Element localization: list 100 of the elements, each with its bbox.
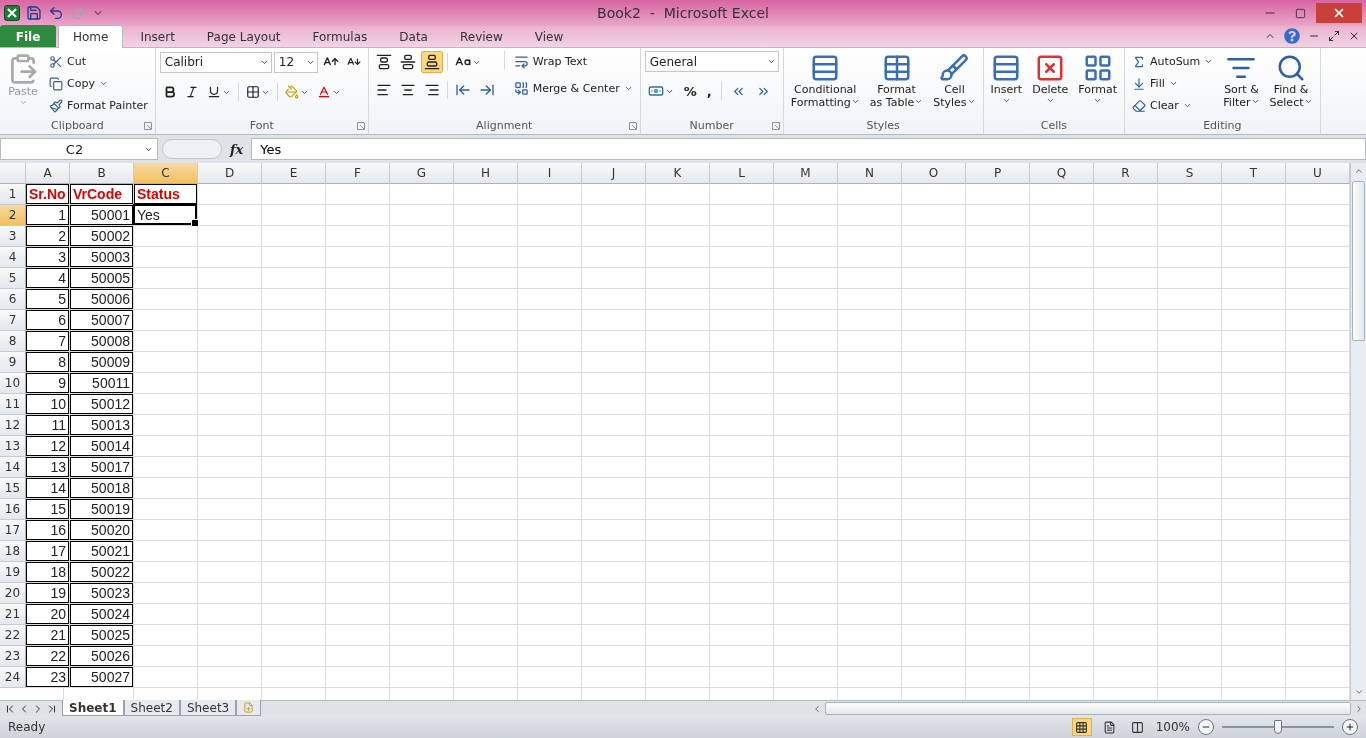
name-box[interactable]: C2	[0, 138, 158, 160]
scroll-left-icon[interactable]	[812, 703, 822, 714]
row-header[interactable]: 11	[0, 394, 26, 415]
row-header[interactable]: 4	[0, 247, 26, 268]
table-cell[interactable]: 20	[26, 604, 70, 625]
column-header[interactable]: Q	[1030, 163, 1094, 184]
table-cell[interactable]: 5	[26, 289, 70, 310]
table-cell[interactable]: 50012	[70, 394, 134, 415]
table-cell[interactable]: 12	[26, 436, 70, 457]
normal-view-button[interactable]	[1071, 718, 1092, 736]
table-cell[interactable]: Yes	[134, 205, 198, 226]
row-header[interactable]: 22	[0, 625, 26, 646]
table-cell[interactable]: 50013	[70, 415, 134, 436]
scroll-down-icon[interactable]	[1353, 687, 1364, 697]
column-header[interactable]: K	[646, 163, 710, 184]
row-header[interactable]: 15	[0, 478, 26, 499]
help-icon[interactable]	[1284, 28, 1300, 44]
row-header[interactable]: 8	[0, 331, 26, 352]
row-header[interactable]: 23	[0, 646, 26, 667]
sheet-tab[interactable]: Sheet2	[123, 700, 180, 716]
zoom-level[interactable]: 100%	[1155, 720, 1190, 734]
cells-button[interactable]: Format	[1075, 51, 1121, 107]
row-header[interactable]: 19	[0, 562, 26, 583]
table-cell[interactable]: 50026	[70, 646, 134, 667]
row-header[interactable]: 2	[0, 205, 26, 226]
number-format-field[interactable]: General	[644, 51, 779, 72]
table-cell[interactable]: 50025	[70, 625, 134, 646]
file-menu-tab[interactable]: File	[0, 25, 56, 47]
row-header[interactable]: 7	[0, 310, 26, 331]
table-cell[interactable]: 50020	[70, 520, 134, 541]
table-cell[interactable]: VrCode	[70, 184, 134, 205]
column-header[interactable]: E	[262, 163, 326, 184]
table-cell[interactable]: 50008	[70, 331, 134, 352]
row-header[interactable]: 13	[0, 436, 26, 457]
styles-button[interactable]: Conditional Formatting	[787, 51, 863, 111]
clipboard-tool-button[interactable]: Format Painter	[46, 95, 151, 116]
formula-input[interactable]: Yes	[251, 138, 1366, 160]
editing-tool-button[interactable]: AutoSum	[1129, 51, 1217, 72]
column-header[interactable]: T	[1222, 163, 1286, 184]
row-header[interactable]: 17	[0, 520, 26, 541]
undo-icon[interactable]	[48, 5, 64, 21]
column-header[interactable]: B	[70, 163, 134, 184]
cells-button[interactable]: Delete	[1029, 51, 1072, 107]
styles-button[interactable]: Format as Table	[866, 51, 927, 111]
table-cell[interactable]: 50019	[70, 499, 134, 520]
scroll-right-icon[interactable]	[1354, 703, 1364, 714]
table-cell[interactable]: 16	[26, 520, 70, 541]
column-header[interactable]: J	[582, 163, 646, 184]
save-icon[interactable]	[26, 5, 42, 21]
table-cell[interactable]: Status	[134, 184, 198, 205]
table-cell[interactable]: 50003	[70, 247, 134, 268]
table-cell[interactable]: 50023	[70, 583, 134, 604]
dialog-launcher-icon[interactable]	[356, 122, 365, 130]
table-cell[interactable]: 6	[26, 310, 70, 331]
first-sheet-icon[interactable]	[4, 702, 16, 715]
spreadsheet-logo-icon[interactable]	[4, 5, 20, 21]
row-header[interactable]: 18	[0, 541, 26, 562]
table-cell[interactable]: 50006	[70, 289, 134, 310]
editing-tool-button[interactable]: Clear	[1129, 95, 1217, 116]
table-cell[interactable]: 50018	[70, 478, 134, 499]
table-cell[interactable]: 50014	[70, 436, 134, 457]
ribbon-tab[interactable]: View	[519, 25, 579, 47]
cells-button[interactable]: Insert	[987, 51, 1026, 107]
styles-button[interactable]: Cell Styles	[930, 51, 979, 111]
sheet-tab[interactable]: Sheet3	[179, 700, 237, 716]
editing-tool-button[interactable]: Fill	[1129, 73, 1217, 94]
clipboard-tool-button[interactable]: Copy	[46, 73, 151, 94]
zoom-out-button[interactable]	[1198, 719, 1214, 735]
table-cell[interactable]: 14	[26, 478, 70, 499]
row-header[interactable]: 6	[0, 289, 26, 310]
column-header[interactable]: O	[902, 163, 966, 184]
column-header[interactable]: F	[326, 163, 390, 184]
editing-button[interactable]: Sort & Filter	[1220, 51, 1263, 111]
table-cell[interactable]: 50005	[70, 268, 134, 289]
table-cell[interactable]: 3	[26, 247, 70, 268]
column-header[interactable]: D	[198, 163, 262, 184]
insert-sheet-button[interactable]	[236, 700, 262, 716]
zoom-in-button[interactable]	[1342, 719, 1358, 735]
column-header[interactable]: S	[1158, 163, 1222, 184]
table-cell[interactable]: 13	[26, 457, 70, 478]
table-cell[interactable]: Sr.No	[26, 184, 70, 205]
dialog-launcher-icon[interactable]	[771, 122, 780, 130]
table-cell[interactable]: 8	[26, 352, 70, 373]
table-cell[interactable]: 22	[26, 646, 70, 667]
table-cell[interactable]: 50022	[70, 562, 134, 583]
table-cell[interactable]: 17	[26, 541, 70, 562]
table-cell[interactable]: 1	[26, 205, 70, 226]
table-cell[interactable]: 11	[26, 415, 70, 436]
row-header[interactable]: 1	[0, 184, 26, 205]
row-header[interactable]: 3	[0, 226, 26, 247]
row-header[interactable]: 20	[0, 583, 26, 604]
scroll-thumb[interactable]	[1352, 181, 1365, 341]
column-header[interactable]: A	[26, 163, 70, 184]
ribbon-tab[interactable]: Insert	[125, 25, 190, 47]
column-header[interactable]: C	[134, 163, 198, 184]
table-cell[interactable]: 50002	[70, 226, 134, 247]
column-header[interactable]: G	[390, 163, 454, 184]
ribbon-tab[interactable]: Home	[58, 25, 124, 48]
table-cell[interactable]: 7	[26, 331, 70, 352]
row-header[interactable]: 9	[0, 352, 26, 373]
